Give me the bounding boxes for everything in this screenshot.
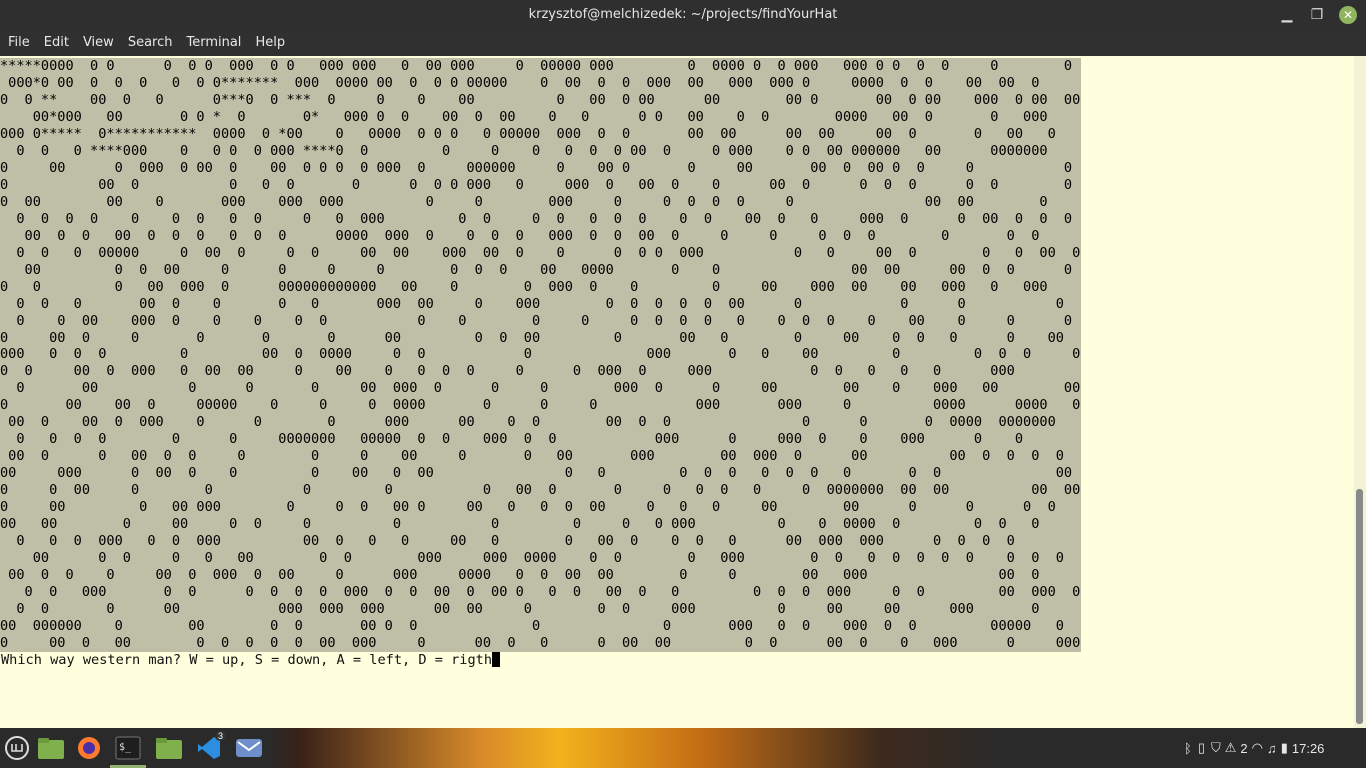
mail-icon: [236, 739, 262, 757]
wifi-icon[interactable]: ◠: [1252, 740, 1263, 756]
scrollbar-thumb[interactable]: [1356, 489, 1363, 724]
game-field: *****0000 0 0 0 0 0 000 0 0 000 000 0 00…: [0, 58, 1081, 652]
input-prompt: Which way western man? W = up, S = down,…: [1, 652, 501, 669]
battery-icon[interactable]: ▮: [1281, 740, 1288, 756]
clock[interactable]: 17:26: [1292, 741, 1325, 756]
window-title: krzysztof@melchizedek: ~/projects/findYo…: [528, 7, 838, 22]
vscode-launcher[interactable]: 3: [194, 731, 226, 763]
system-tray: ᛒ ▯ ⛉ ⚠ 2 ◠ ♫ ▮ 17:26: [1184, 728, 1324, 768]
minimize-button[interactable]: ▁: [1272, 0, 1302, 29]
files-launcher[interactable]: [36, 733, 66, 763]
terminal-area[interactable]: *****0000 0 0 0 0 0 000 0 0 000 000 0 00…: [0, 56, 1366, 728]
firefox-launcher[interactable]: [74, 733, 104, 763]
menu-file[interactable]: File: [2, 35, 36, 50]
folder-icon: [156, 738, 182, 759]
menu-edit[interactable]: Edit: [38, 35, 75, 50]
maximize-icon: ❐: [1310, 6, 1324, 22]
close-icon: ✕: [1339, 5, 1357, 24]
svg-text:$_: $_: [119, 742, 132, 753]
menu-search[interactable]: Search: [122, 35, 179, 50]
close-button[interactable]: ✕: [1333, 0, 1363, 29]
taskbar: $_ 3 ᛒ ▯ ⛉ ⚠ 2 ◠ ♫ ▮ 17:26: [0, 728, 1366, 768]
menu-help[interactable]: Help: [249, 35, 291, 50]
bluetooth-icon[interactable]: ᛒ: [1184, 741, 1192, 756]
window-titlebar[interactable]: krzysztof@melchizedek: ~/projects/findYo…: [0, 0, 1366, 29]
minimize-icon: ▁: [1281, 6, 1293, 22]
terminal-icon: $_: [115, 736, 141, 760]
vscode-window-count: 3: [214, 731, 226, 741]
menubar: File Edit View Search Terminal Help: [0, 29, 1366, 56]
files-icon: [38, 738, 64, 759]
menu-terminal[interactable]: Terminal: [180, 35, 247, 50]
game-field-rows: *****0000 0 0 0 0 0 000 0 0 000 000 0 00…: [0, 58, 1081, 651]
firefox-icon: [78, 737, 100, 759]
menu-icon: [5, 736, 29, 760]
text-cursor: [492, 652, 501, 667]
menu-button[interactable]: [2, 733, 32, 763]
mail-launcher[interactable]: [234, 733, 264, 763]
workspace-indicator[interactable]: 2: [1240, 741, 1247, 756]
prompt-text: Which way western man? W = up, S = down,…: [1, 652, 493, 668]
sound-icon[interactable]: ♫: [1267, 741, 1277, 756]
folder-launcher[interactable]: [154, 733, 184, 763]
maximize-button[interactable]: ❐: [1302, 0, 1332, 29]
clipboard-icon[interactable]: ▯: [1198, 740, 1205, 756]
terminal-scrollbar[interactable]: [1354, 56, 1366, 728]
terminal-launcher[interactable]: $_: [113, 733, 143, 763]
update-shield-icon[interactable]: ⛉: [1211, 740, 1221, 756]
notification-icon[interactable]: ⚠: [1225, 740, 1237, 756]
menu-view[interactable]: View: [77, 35, 120, 50]
